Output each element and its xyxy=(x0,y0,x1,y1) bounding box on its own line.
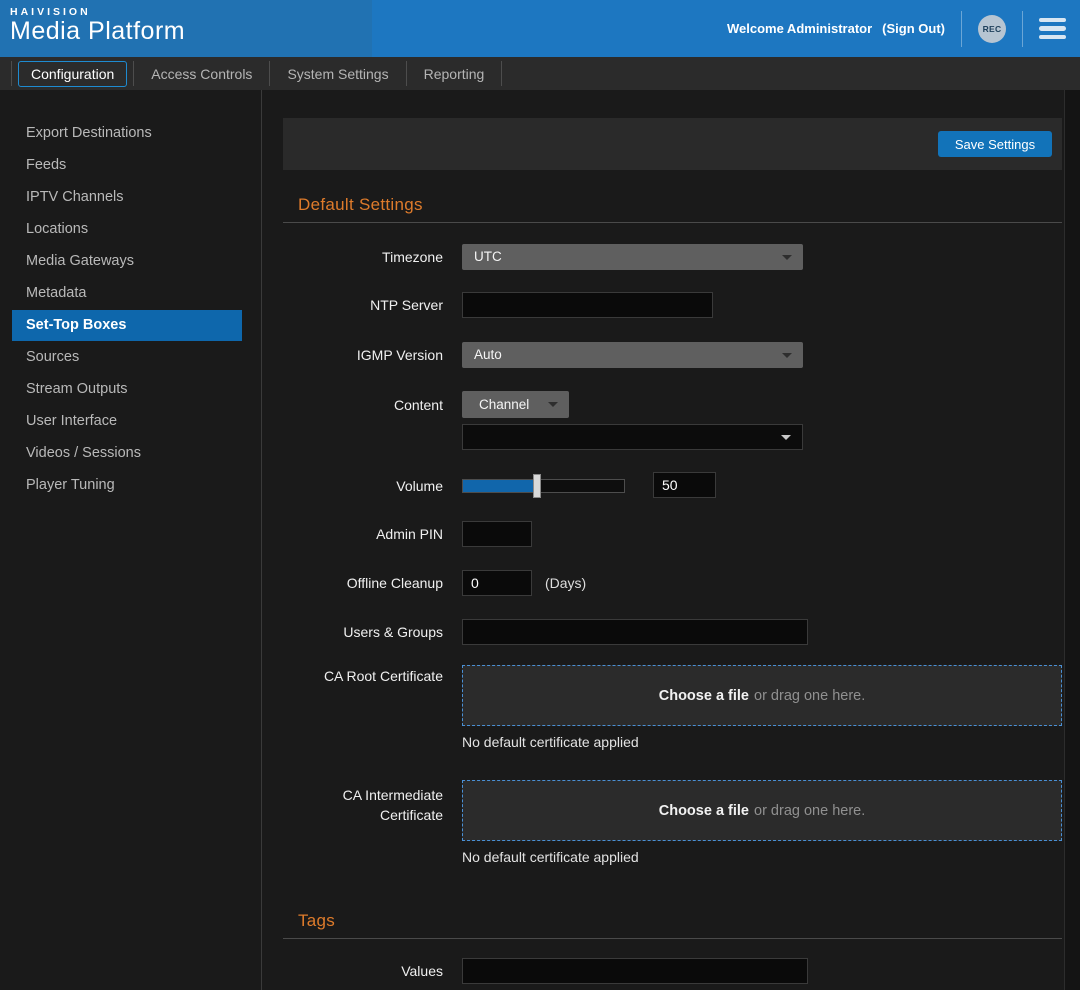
tags-values-input[interactable] xyxy=(462,958,808,984)
volume-slider-thumb[interactable] xyxy=(533,474,541,498)
sidebar-item-iptv-channels[interactable]: IPTV Channels xyxy=(12,182,242,213)
chevron-down-icon xyxy=(781,435,791,440)
chevron-down-icon xyxy=(782,255,792,260)
content-type-value: Channel xyxy=(479,397,529,412)
timezone-value: UTC xyxy=(474,249,502,264)
sidebar-item-videos-sessions[interactable]: Videos / Sessions xyxy=(12,438,242,469)
chevron-down-icon xyxy=(548,402,558,407)
section-title-default-settings: Default Settings xyxy=(298,195,423,215)
header-divider xyxy=(961,11,962,47)
ca-intermediate-certificate-dropzone[interactable]: Choose a file or drag one here. xyxy=(462,780,1062,841)
main-nav-tabbar: Configuration Access Controls System Set… xyxy=(0,57,1080,90)
tab-divider xyxy=(11,61,12,86)
ca-intermediate-label-line2: Certificate xyxy=(263,807,443,824)
users-groups-label: Users & Groups xyxy=(263,624,443,641)
sidebar-item-sources[interactable]: Sources xyxy=(12,342,242,373)
ca-intermediate-certificate-note: No default certificate applied xyxy=(462,849,639,865)
content-type-dropdown[interactable]: Channel xyxy=(462,391,569,418)
welcome-text: Welcome Administrator xyxy=(727,21,872,36)
hamburger-menu-icon[interactable] xyxy=(1039,16,1066,42)
section-divider xyxy=(283,222,1062,223)
timezone-label: Timezone xyxy=(263,249,443,266)
igmp-version-dropdown[interactable]: Auto xyxy=(462,342,803,368)
brand-logo: HAIVISION Media Platform xyxy=(0,0,372,57)
sidebar-item-media-gateways[interactable]: Media Gateways xyxy=(12,246,242,277)
offline-cleanup-unit: (Days) xyxy=(545,575,586,591)
volume-value-input[interactable] xyxy=(653,472,716,498)
volume-label: Volume xyxy=(263,478,443,495)
tab-access-controls[interactable]: Access Controls xyxy=(134,61,269,87)
vertical-scrollbar[interactable] xyxy=(1064,90,1080,990)
sidebar-item-feeds[interactable]: Feeds xyxy=(12,150,242,181)
ca-root-certificate-label: CA Root Certificate xyxy=(263,668,443,685)
sidebar-item-metadata[interactable]: Metadata xyxy=(12,278,242,309)
timezone-dropdown[interactable]: UTC xyxy=(462,244,803,270)
header-actions: Welcome Administrator (Sign Out) REC xyxy=(727,0,1080,57)
product-name: Media Platform xyxy=(10,17,372,46)
sidebar-item-user-interface[interactable]: User Interface xyxy=(12,406,242,437)
volume-slider-track[interactable] xyxy=(462,479,625,493)
content-label: Content xyxy=(263,397,443,414)
ca-intermediate-certificate-label: CA Intermediate Certificate xyxy=(263,787,443,824)
content-selection-dropdown[interactable] xyxy=(462,424,803,450)
ntp-server-label: NTP Server xyxy=(263,297,443,314)
drag-hint-text: or drag one here. xyxy=(754,688,865,704)
drag-hint-text: or drag one here. xyxy=(754,803,865,819)
volume-slider-fill xyxy=(463,480,537,492)
tab-system-settings[interactable]: System Settings xyxy=(270,61,405,87)
igmp-version-value: Auto xyxy=(474,347,502,362)
app-header: HAIVISION Media Platform Welcome Adminis… xyxy=(0,0,1080,57)
choose-file-link[interactable]: Choose a file xyxy=(659,803,749,819)
sidebar-item-stream-outputs[interactable]: Stream Outputs xyxy=(12,374,242,405)
config-sidebar: Export Destinations Feeds IPTV Channels … xyxy=(0,90,262,990)
save-settings-button[interactable]: Save Settings xyxy=(938,131,1052,157)
tab-configuration[interactable]: Configuration xyxy=(18,61,127,87)
rec-badge[interactable]: REC xyxy=(978,15,1006,43)
sidebar-item-locations[interactable]: Locations xyxy=(12,214,242,245)
sidebar-item-set-top-boxes[interactable]: Set-Top Boxes xyxy=(12,310,242,341)
sidebar-item-export-destinations[interactable]: Export Destinations xyxy=(12,118,242,149)
offline-cleanup-label: Offline Cleanup xyxy=(263,575,443,592)
sign-out-link[interactable]: (Sign Out) xyxy=(882,21,945,36)
igmp-version-label: IGMP Version xyxy=(263,347,443,364)
tab-reporting[interactable]: Reporting xyxy=(407,61,502,87)
chevron-down-icon xyxy=(782,353,792,358)
header-divider xyxy=(1022,11,1023,47)
choose-file-link[interactable]: Choose a file xyxy=(659,688,749,704)
tab-divider xyxy=(501,61,502,86)
section-title-tags: Tags xyxy=(298,911,335,931)
page: HAIVISION Media Platform Welcome Adminis… xyxy=(0,0,1080,990)
admin-pin-label: Admin PIN xyxy=(263,526,443,543)
users-groups-input[interactable] xyxy=(462,619,808,645)
offline-cleanup-input[interactable] xyxy=(462,570,532,596)
admin-pin-input[interactable] xyxy=(462,521,532,547)
ca-root-certificate-note: No default certificate applied xyxy=(462,734,639,750)
section-divider xyxy=(283,938,1062,939)
ntp-server-input[interactable] xyxy=(462,292,713,318)
ca-root-certificate-dropzone[interactable]: Choose a file or drag one here. xyxy=(462,665,1062,726)
sidebar-item-player-tuning[interactable]: Player Tuning xyxy=(12,470,242,501)
ca-intermediate-label-line1: CA Intermediate xyxy=(263,787,443,804)
tags-values-label: Values xyxy=(263,963,443,980)
